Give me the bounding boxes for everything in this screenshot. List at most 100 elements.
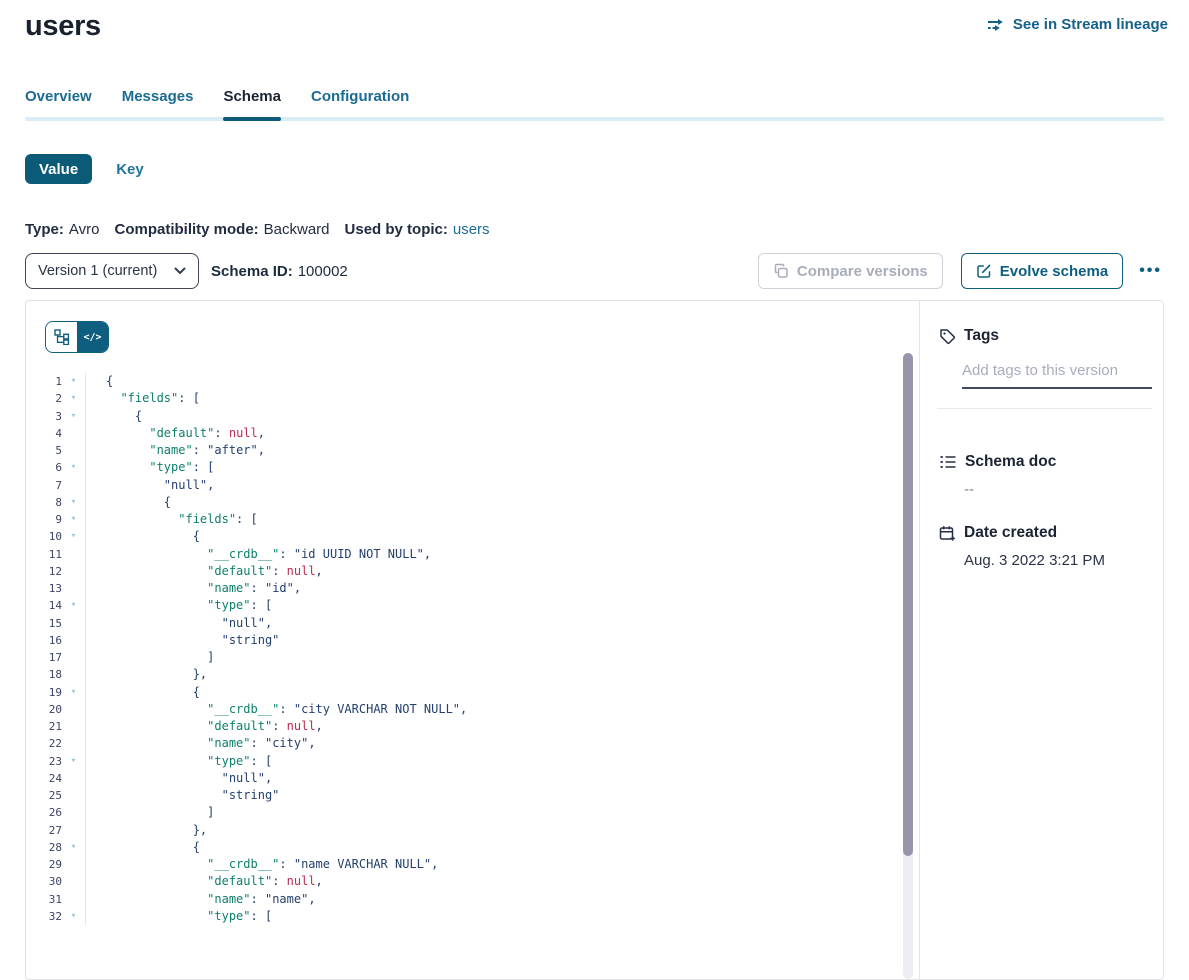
json-punctuation: : <box>214 426 228 440</box>
collapse-arrow-icon[interactable]: ▾ <box>62 511 85 528</box>
page-title: users <box>25 8 101 44</box>
json-punctuation: ] <box>207 650 214 664</box>
tabs: Overview Messages Schema Configuration <box>25 88 1164 121</box>
compare-versions-button[interactable]: Compare versions <box>758 253 943 289</box>
code-line-text: "name": "city", <box>86 735 316 752</box>
collapse-arrow-icon[interactable]: ▾ <box>62 390 85 407</box>
code-line: 29 "__crdb__": "name VARCHAR NULL", <box>26 856 895 873</box>
version-select[interactable]: Version 1 (current) <box>25 253 199 289</box>
collapse-arrow-icon[interactable]: ▾ <box>62 408 85 425</box>
code-line: 1▾{ <box>26 373 895 390</box>
code-line-text: "type": [ <box>86 597 272 614</box>
collapse-arrow-icon[interactable]: ▾ <box>62 908 85 925</box>
line-gutter: 10▾ <box>26 528 86 545</box>
code-line-text: "fields": [ <box>86 511 258 528</box>
date-created-title: Date created <box>964 524 1057 542</box>
code-line-text: "null", <box>86 770 272 787</box>
json-key: "default" <box>207 564 272 578</box>
code-line: 9▾ "fields": [ <box>26 511 895 528</box>
gutter-spacer <box>62 718 85 735</box>
tree-view-icon <box>54 329 70 345</box>
json-string-value: "name VARCHAR NULL" <box>294 857 431 871</box>
collapse-arrow-icon[interactable]: ▾ <box>62 684 85 701</box>
json-key: "fields" <box>120 391 178 405</box>
key-tab-button[interactable]: Key <box>116 161 144 178</box>
stream-lineage-label: See in Stream lineage <box>1013 16 1168 33</box>
collapse-arrow-icon[interactable]: ▾ <box>62 528 85 545</box>
line-gutter: 21 <box>26 718 86 735</box>
line-number: 7 <box>26 477 62 494</box>
more-options-button[interactable]: ••• <box>1137 262 1164 280</box>
gutter-spacer <box>62 787 85 804</box>
chevron-down-icon <box>174 267 186 275</box>
code-line: 19▾ { <box>26 684 895 701</box>
code-line: 11 "__crdb__": "id UUID NOT NULL", <box>26 546 895 563</box>
value-tab-button[interactable]: Value <box>25 154 92 184</box>
line-number: 9 <box>26 511 62 528</box>
json-key: "name" <box>207 736 250 750</box>
json-punctuation: , <box>258 443 265 457</box>
scrollbar-thumb[interactable] <box>903 353 913 856</box>
tab-configuration[interactable]: Configuration <box>311 88 409 121</box>
json-key: "name" <box>207 892 250 906</box>
collapse-arrow-icon[interactable]: ▾ <box>62 373 85 390</box>
type-label: Type: <box>25 221 64 238</box>
line-number: 8 <box>26 494 62 511</box>
tab-overview[interactable]: Overview <box>25 88 92 121</box>
date-created-value: Aug. 3 2022 3:21 PM <box>964 552 1163 569</box>
collapse-arrow-icon[interactable]: ▾ <box>62 597 85 614</box>
collapse-arrow-icon[interactable]: ▾ <box>62 839 85 856</box>
schema-doc-section-header: Schema doc <box>939 453 1163 471</box>
json-punctuation: : <box>279 857 293 871</box>
tree-view-button[interactable] <box>46 322 77 352</box>
code-line-text: "default": null, <box>86 718 323 735</box>
code-line-text: "default": null, <box>86 425 265 442</box>
code-line-text: ] <box>86 649 214 666</box>
json-punctuation: { <box>135 409 142 423</box>
code-view-button[interactable]: </> <box>77 322 108 352</box>
scrollbar-track[interactable] <box>903 353 913 979</box>
collapse-arrow-icon[interactable]: ▾ <box>62 459 85 476</box>
code-line-text: "fields": [ <box>86 390 200 407</box>
line-gutter: 24 <box>26 770 86 787</box>
gutter-spacer <box>62 425 85 442</box>
code-line: 23▾ "type": [ <box>26 753 895 770</box>
json-punctuation: : <box>251 736 265 750</box>
gutter-spacer <box>62 546 85 563</box>
line-gutter: 15 <box>26 615 86 632</box>
code-line-text: "type": [ <box>86 459 214 476</box>
code-line-text: }, <box>86 666 207 683</box>
version-select-value: Version 1 (current) <box>38 263 157 279</box>
line-gutter: 4 <box>26 425 86 442</box>
code-line-text: "name": "after", <box>86 442 265 459</box>
json-punctuation: , <box>265 771 272 785</box>
topic-link[interactable]: users <box>453 221 490 238</box>
line-number: 32 <box>26 908 62 925</box>
tab-schema[interactable]: Schema <box>223 88 281 121</box>
code-line-text: { <box>86 684 200 701</box>
compatibility-value: Backward <box>264 221 330 238</box>
json-key: "type" <box>149 460 192 474</box>
code-line: 18 }, <box>26 666 895 683</box>
tab-messages[interactable]: Messages <box>122 88 194 121</box>
line-gutter: 28▾ <box>26 839 86 856</box>
code-line: 15 "null", <box>26 615 895 632</box>
evolve-schema-button[interactable]: Evolve schema <box>961 253 1123 289</box>
code-line: 32▾ "type": [ <box>26 908 895 925</box>
gutter-spacer <box>62 580 85 597</box>
collapse-arrow-icon[interactable]: ▾ <box>62 494 85 511</box>
line-gutter: 31 <box>26 891 86 908</box>
json-key: "default" <box>207 719 272 733</box>
line-gutter: 9▾ <box>26 511 86 528</box>
collapse-arrow-icon[interactable]: ▾ <box>62 753 85 770</box>
page: { "colors": { "accent_teal": "#0b5a78", … <box>0 0 1189 916</box>
code-line: 6▾ "type": [ <box>26 459 895 476</box>
json-punctuation: : [ <box>193 460 215 474</box>
see-in-stream-lineage-link[interactable]: See in Stream lineage <box>987 16 1168 33</box>
sidebar-divider <box>937 408 1152 409</box>
add-tags-input[interactable] <box>962 362 1152 389</box>
gutter-spacer <box>62 804 85 821</box>
json-punctuation: }, <box>193 667 207 681</box>
code-editor: 1▾{2▾ "fields": [3▾ {4 "default": null,5… <box>26 373 895 925</box>
code-line-text: "name": "id", <box>86 580 301 597</box>
